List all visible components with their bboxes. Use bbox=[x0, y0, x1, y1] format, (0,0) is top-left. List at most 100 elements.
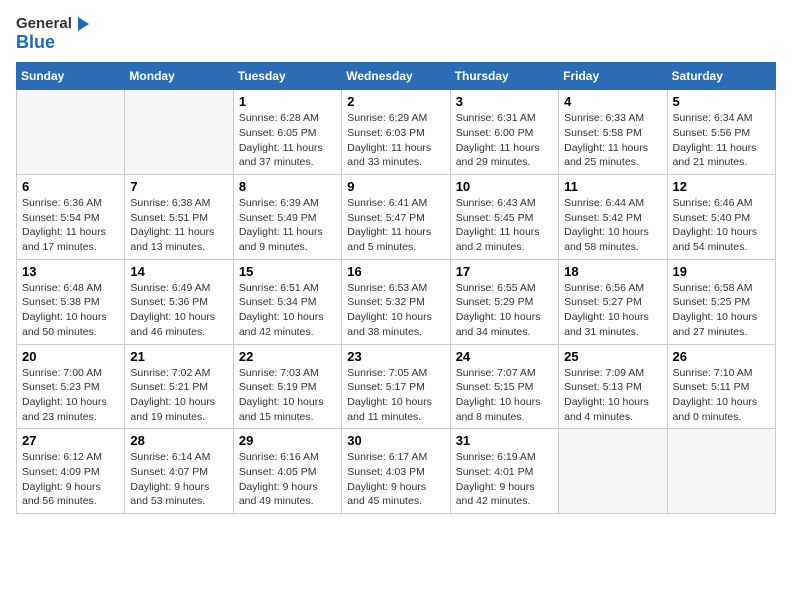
calendar-cell: 3 Sunrise: 6:31 AM Sunset: 6:00 PM Daylig… bbox=[450, 90, 558, 175]
day-info: Sunrise: 7:03 AM Sunset: 5:19 PM Dayligh… bbox=[239, 366, 336, 425]
calendar-cell: 14Sunrise: 6:49 AM Sunset: 5:36 PM Dayli… bbox=[125, 259, 233, 344]
day-info: Sunrise: 6:43 AM Sunset: 5:45 PM Dayligh… bbox=[456, 196, 553, 255]
day-info: Sunrise: 6:17 AM Sunset: 4:03 PM Dayligh… bbox=[347, 450, 444, 509]
calendar-cell bbox=[17, 90, 125, 175]
day-number: 22 bbox=[239, 349, 336, 364]
calendar-cell: 21 Sunrise: 7:02 AM Sunset: 5:21 PM Dayli… bbox=[125, 344, 233, 429]
day-number: 14 bbox=[130, 264, 227, 279]
day-info: Sunrise: 6:48 AM Sunset: 5:38 PM Dayligh… bbox=[22, 281, 119, 340]
day-number: 17 bbox=[456, 264, 553, 279]
logo-general: General bbox=[16, 16, 89, 33]
day-info: Sunrise: 6:41 AM Sunset: 5:47 PM Dayligh… bbox=[347, 196, 444, 255]
day-number: 15 bbox=[239, 264, 336, 279]
calendar-cell: 7 Sunrise: 6:38 AM Sunset: 5:51 PM Daylig… bbox=[125, 175, 233, 260]
calendar-cell: 25 Sunrise: 7:09 AM Sunset: 5:13 PM Dayli… bbox=[559, 344, 667, 429]
calendar-cell: 5 Sunrise: 6:34 AM Sunset: 5:56 PM Daylig… bbox=[667, 90, 775, 175]
day-info: Sunrise: 6:34 AM Sunset: 5:56 PM Dayligh… bbox=[673, 111, 770, 170]
col-header-monday: Monday bbox=[125, 63, 233, 90]
day-info: Sunrise: 6:28 AM Sunset: 6:05 PM Dayligh… bbox=[239, 111, 336, 170]
day-number: 29 bbox=[239, 433, 336, 448]
calendar-cell: 30 Sunrise: 6:17 AM Sunset: 4:03 PM Dayli… bbox=[342, 429, 450, 514]
col-header-wednesday: Wednesday bbox=[342, 63, 450, 90]
day-number: 31 bbox=[456, 433, 553, 448]
day-number: 16 bbox=[347, 264, 444, 279]
day-info: Sunrise: 6:38 AM Sunset: 5:51 PM Dayligh… bbox=[130, 196, 227, 255]
calendar-cell: 13 Sunrise: 6:48 AM Sunset: 5:38 PM Dayli… bbox=[17, 259, 125, 344]
day-number: 2 bbox=[347, 94, 444, 109]
day-info: Sunrise: 6:51 AM Sunset: 5:34 PM Dayligh… bbox=[239, 281, 336, 340]
day-info: Sunrise: 6:44 AM Sunset: 5:42 PM Dayligh… bbox=[564, 196, 661, 255]
day-info: Sunrise: 7:05 AM Sunset: 5:17 PM Dayligh… bbox=[347, 366, 444, 425]
day-number: 13 bbox=[22, 264, 119, 279]
day-number: 21 bbox=[130, 349, 227, 364]
day-info: Sunrise: 6:56 AM Sunset: 5:27 PM Dayligh… bbox=[564, 281, 661, 340]
calendar-cell bbox=[559, 429, 667, 514]
day-info: Sunrise: 6:55 AM Sunset: 5:29 PM Dayligh… bbox=[456, 281, 553, 340]
calendar-table: SundayMondayTuesdayWednesdayThursdayFrid… bbox=[16, 62, 776, 514]
col-header-sunday: Sunday bbox=[17, 63, 125, 90]
day-info: Sunrise: 7:10 AM Sunset: 5:11 PM Dayligh… bbox=[673, 366, 770, 425]
day-number: 19 bbox=[673, 264, 770, 279]
page-header: General Blue bbox=[16, 16, 776, 52]
day-number: 25 bbox=[564, 349, 661, 364]
day-number: 11 bbox=[564, 179, 661, 194]
calendar-cell: 27Sunrise: 6:12 AM Sunset: 4:09 PM Dayli… bbox=[17, 429, 125, 514]
day-info: Sunrise: 6:31 AM Sunset: 6:00 PM Dayligh… bbox=[456, 111, 553, 170]
calendar-cell: 6 Sunrise: 6:36 AM Sunset: 5:54 PM Daylig… bbox=[17, 175, 125, 260]
day-number: 5 bbox=[673, 94, 770, 109]
calendar-cell: 4 Sunrise: 6:33 AM Sunset: 5:58 PM Daylig… bbox=[559, 90, 667, 175]
calendar-cell: 8 Sunrise: 6:39 AM Sunset: 5:49 PM Daylig… bbox=[233, 175, 341, 260]
calendar-cell: 22 Sunrise: 7:03 AM Sunset: 5:19 PM Dayli… bbox=[233, 344, 341, 429]
day-number: 23 bbox=[347, 349, 444, 364]
day-info: Sunrise: 7:09 AM Sunset: 5:13 PM Dayligh… bbox=[564, 366, 661, 425]
calendar-cell: 17 Sunrise: 6:55 AM Sunset: 5:29 PM Dayli… bbox=[450, 259, 558, 344]
day-info: Sunrise: 6:33 AM Sunset: 5:58 PM Dayligh… bbox=[564, 111, 661, 170]
col-header-saturday: Saturday bbox=[667, 63, 775, 90]
day-number: 8 bbox=[239, 179, 336, 194]
calendar-cell: 2 Sunrise: 6:29 AM Sunset: 6:03 PM Daylig… bbox=[342, 90, 450, 175]
calendar-cell: 26Sunrise: 7:10 AM Sunset: 5:11 PM Dayli… bbox=[667, 344, 775, 429]
col-header-tuesday: Tuesday bbox=[233, 63, 341, 90]
day-number: 1 bbox=[239, 94, 336, 109]
day-info: Sunrise: 6:36 AM Sunset: 5:54 PM Dayligh… bbox=[22, 196, 119, 255]
calendar-cell: 11 Sunrise: 6:44 AM Sunset: 5:42 PM Dayli… bbox=[559, 175, 667, 260]
day-number: 20 bbox=[22, 349, 119, 364]
calendar-cell: 28 Sunrise: 6:14 AM Sunset: 4:07 PM Dayli… bbox=[125, 429, 233, 514]
day-number: 7 bbox=[130, 179, 227, 194]
calendar-cell: 23 Sunrise: 7:05 AM Sunset: 5:17 PM Dayli… bbox=[342, 344, 450, 429]
col-header-friday: Friday bbox=[559, 63, 667, 90]
day-number: 3 bbox=[456, 94, 553, 109]
calendar-cell: 20 Sunrise: 7:00 AM Sunset: 5:23 PM Dayli… bbox=[17, 344, 125, 429]
day-number: 24 bbox=[456, 349, 553, 364]
day-info: Sunrise: 6:14 AM Sunset: 4:07 PM Dayligh… bbox=[130, 450, 227, 509]
day-info: Sunrise: 7:00 AM Sunset: 5:23 PM Dayligh… bbox=[22, 366, 119, 425]
calendar-cell: 18 Sunrise: 6:56 AM Sunset: 5:27 PM Dayli… bbox=[559, 259, 667, 344]
calendar-cell: 9 Sunrise: 6:41 AM Sunset: 5:47 PM Daylig… bbox=[342, 175, 450, 260]
day-info: Sunrise: 6:58 AM Sunset: 5:25 PM Dayligh… bbox=[673, 281, 770, 340]
calendar-cell bbox=[667, 429, 775, 514]
calendar-cell: 31 Sunrise: 6:19 AM Sunset: 4:01 PM Dayli… bbox=[450, 429, 558, 514]
day-number: 9 bbox=[347, 179, 444, 194]
day-number: 6 bbox=[22, 179, 119, 194]
logo: General Blue bbox=[16, 16, 89, 52]
day-info: Sunrise: 6:39 AM Sunset: 5:49 PM Dayligh… bbox=[239, 196, 336, 255]
calendar-cell: 29 Sunrise: 6:16 AM Sunset: 4:05 PM Dayli… bbox=[233, 429, 341, 514]
logo-blue: Blue bbox=[16, 33, 89, 53]
day-number: 4 bbox=[564, 94, 661, 109]
day-number: 28 bbox=[130, 433, 227, 448]
day-info: Sunrise: 6:29 AM Sunset: 6:03 PM Dayligh… bbox=[347, 111, 444, 170]
day-info: Sunrise: 6:53 AM Sunset: 5:32 PM Dayligh… bbox=[347, 281, 444, 340]
day-info: Sunrise: 6:46 AM Sunset: 5:40 PM Dayligh… bbox=[673, 196, 770, 255]
day-info: Sunrise: 6:19 AM Sunset: 4:01 PM Dayligh… bbox=[456, 450, 553, 509]
day-number: 10 bbox=[456, 179, 553, 194]
day-number: 18 bbox=[564, 264, 661, 279]
day-info: Sunrise: 7:02 AM Sunset: 5:21 PM Dayligh… bbox=[130, 366, 227, 425]
day-number: 30 bbox=[347, 433, 444, 448]
calendar-cell: 10 Sunrise: 6:43 AM Sunset: 5:45 PM Dayli… bbox=[450, 175, 558, 260]
calendar-cell: 12Sunrise: 6:46 AM Sunset: 5:40 PM Dayli… bbox=[667, 175, 775, 260]
day-number: 27 bbox=[22, 433, 119, 448]
calendar-cell: 19 Sunrise: 6:58 AM Sunset: 5:25 PM Dayli… bbox=[667, 259, 775, 344]
calendar-cell: 1 Sunrise: 6:28 AM Sunset: 6:05 PM Daylig… bbox=[233, 90, 341, 175]
day-info: Sunrise: 6:16 AM Sunset: 4:05 PM Dayligh… bbox=[239, 450, 336, 509]
col-header-thursday: Thursday bbox=[450, 63, 558, 90]
